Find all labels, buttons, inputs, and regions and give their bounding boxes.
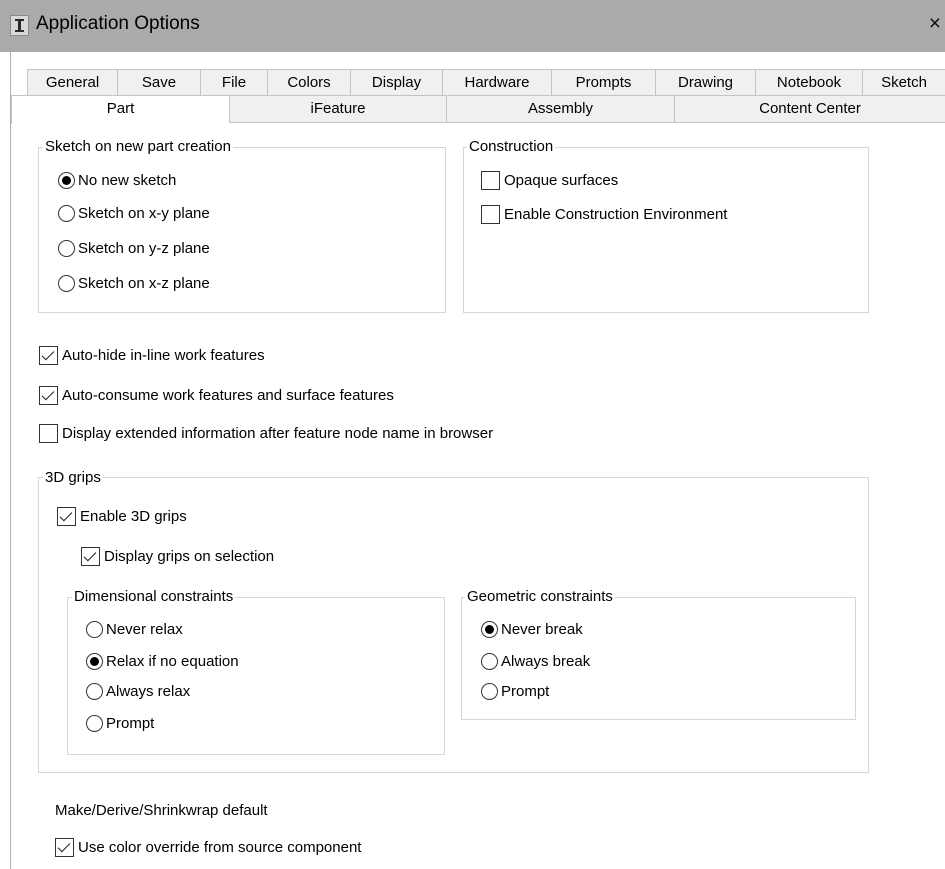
grips-legend: 3D grips [43, 469, 103, 487]
checkbox-checked-icon [39, 345, 58, 365]
radio-geometric-prompt[interactable]: Prompt [481, 682, 549, 702]
radio-icon [58, 204, 75, 222]
geometric-constraints-legend: Geometric constraints [465, 588, 615, 606]
title-bar: Application Options × [0, 0, 945, 52]
dimensional-constraints-legend: Dimensional constraints [72, 588, 236, 606]
radio-never-break[interactable]: Never break [481, 620, 583, 640]
radio-selected-icon [481, 620, 498, 638]
radio-always-break[interactable]: Always break [481, 652, 590, 672]
radio-no-new-sketch[interactable]: No new sketch [58, 171, 176, 191]
radio-sketch-yz[interactable]: Sketch on y-z plane [58, 239, 210, 259]
checkbox-icon [481, 204, 500, 224]
tab-content-center[interactable]: Content Center [674, 95, 945, 122]
radio-always-relax[interactable]: Always relax [86, 682, 190, 702]
checkbox-use-color-override[interactable]: Use color override from source component [55, 837, 361, 858]
checkbox-auto-consume[interactable]: Auto-consume work features and surface f… [39, 385, 394, 406]
radio-icon [86, 714, 103, 732]
dialog-left-border [10, 52, 11, 869]
checkbox-display-grips-selection[interactable]: Display grips on selection [81, 546, 274, 567]
radio-selected-icon [58, 171, 75, 189]
checkbox-checked-icon [39, 385, 58, 405]
checkbox-checked-icon [55, 837, 74, 857]
construction-legend: Construction [467, 138, 556, 156]
radio-icon [481, 682, 498, 700]
tab-colors[interactable]: Colors [267, 69, 350, 95]
checkbox-enable-construction[interactable]: Enable Construction Environment [481, 204, 727, 225]
tab-save[interactable]: Save [117, 69, 200, 95]
checkbox-checked-icon [57, 506, 76, 526]
radio-never-relax[interactable]: Never relax [86, 620, 183, 640]
radio-sketch-xz[interactable]: Sketch on x-z plane [58, 274, 210, 294]
tab-prompts[interactable]: Prompts [551, 69, 655, 95]
tab-ifeature[interactable]: iFeature [229, 95, 446, 122]
tab-assembly[interactable]: Assembly [446, 95, 674, 122]
tab-part[interactable]: Part [11, 95, 229, 124]
radio-sketch-xy[interactable]: Sketch on x-y plane [58, 204, 210, 224]
tab-drawing[interactable]: Drawing [655, 69, 755, 95]
checkbox-auto-hide[interactable]: Auto-hide in-line work features [39, 345, 265, 366]
tab-hardware[interactable]: Hardware [442, 69, 551, 95]
radio-relax-if-no-equation[interactable]: Relax if no equation [86, 652, 239, 672]
checkbox-enable-3d-grips[interactable]: Enable 3D grips [57, 506, 187, 527]
radio-icon [86, 682, 103, 700]
tab-file[interactable]: File [200, 69, 267, 95]
radio-icon [481, 652, 498, 670]
window-title: Application Options [36, 13, 200, 34]
inventor-app-icon [10, 15, 29, 36]
checkbox-display-extended[interactable]: Display extended information after featu… [39, 423, 493, 444]
close-icon[interactable]: × [929, 12, 941, 36]
checkbox-checked-icon [81, 546, 100, 566]
radio-icon [58, 274, 75, 292]
tab-sketch[interactable]: Sketch [862, 69, 945, 95]
tab-display[interactable]: Display [350, 69, 442, 95]
checkbox-icon [39, 423, 58, 443]
checkbox-icon [481, 170, 500, 190]
radio-selected-icon [86, 652, 103, 670]
sketch-new-part-legend: Sketch on new part creation [43, 138, 233, 156]
radio-icon [86, 620, 103, 638]
radio-dimensional-prompt[interactable]: Prompt [86, 714, 154, 734]
tab-general[interactable]: General [27, 69, 117, 95]
tab-notebook[interactable]: Notebook [755, 69, 862, 95]
radio-icon [58, 239, 75, 257]
checkbox-opaque-surfaces[interactable]: Opaque surfaces [481, 170, 618, 191]
derive-default-label: Make/Derive/Shrinkwrap default [55, 802, 268, 819]
